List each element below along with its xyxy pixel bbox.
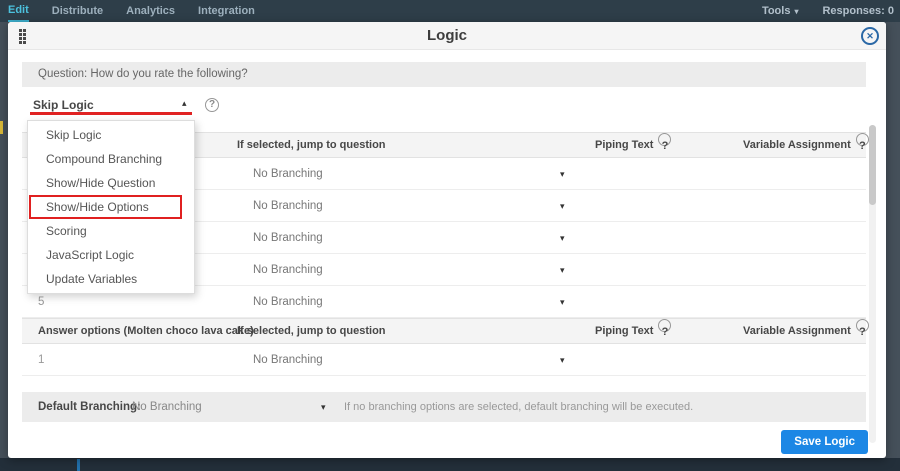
default-branching-select[interactable]: No Branching xyxy=(132,392,202,422)
close-icon[interactable]: ✕ xyxy=(861,27,879,45)
nav-tab-analytics[interactable]: Analytics xyxy=(126,1,175,21)
responses-count: Responses: 0 xyxy=(822,5,894,17)
question-label: Question: How do you rate the following? xyxy=(38,68,248,80)
modal-header: Logic ✕ xyxy=(8,22,886,50)
scrollbar-thumb[interactable] xyxy=(869,125,876,205)
dropdown-item-skip-logic[interactable]: Skip Logic xyxy=(28,123,194,147)
app-root: Edit Distribute Analytics Integration Tools… xyxy=(0,0,900,471)
logic-type-select[interactable]: Skip Logic xyxy=(33,98,94,112)
chevron-down-icon[interactable]: ▾ xyxy=(560,254,565,286)
save-logic-button[interactable]: Save Logic xyxy=(781,430,868,454)
chevron-down-icon[interactable]: ▾ xyxy=(560,222,565,254)
answer-options-column-header: Answer options (Molten choco lava cake) xyxy=(38,319,254,344)
default-branching-label: Default Branching: xyxy=(38,392,141,422)
tools-label: Tools xyxy=(762,5,791,17)
branching-select[interactable]: No Branching xyxy=(253,190,323,222)
chevron-down-icon[interactable]: ▾ xyxy=(560,344,565,376)
default-branching-note: If no branching options are selected, de… xyxy=(344,392,693,422)
chevron-up-icon[interactable]: ▴ xyxy=(182,98,187,109)
page-accent-sliver xyxy=(77,459,80,471)
modal-title: Logic xyxy=(8,22,886,50)
help-icon[interactable]: ? xyxy=(205,98,219,112)
chevron-down-icon[interactable]: ▾ xyxy=(560,158,565,190)
chevron-down-icon[interactable]: ▾ xyxy=(560,286,565,318)
dropdown-item-show-hide-options[interactable]: Show/Hide Options xyxy=(29,195,182,219)
logic-type-dropdown-menu: Skip LogicCompound BranchingShow/Hide Qu… xyxy=(27,120,195,294)
scrollbar-track[interactable] xyxy=(869,125,876,443)
dropdown-item-update-variables[interactable]: Update Variables xyxy=(28,267,194,291)
default-branching-bar: Default Branching: No Branching ▾ If no … xyxy=(22,392,866,422)
jump-column-header: If selected, jump to question xyxy=(237,133,386,158)
variable-column-header: Variable Assignment? xyxy=(743,319,851,344)
option-label: 1 xyxy=(38,344,44,376)
side-tab-notch xyxy=(0,121,3,134)
table-row: 1 No Branching ▾ xyxy=(22,344,866,376)
dropdown-item-scoring[interactable]: Scoring xyxy=(28,219,194,243)
logic-modal: Logic ✕ Question: How do you rate the fo… xyxy=(8,22,886,458)
topbar-right: Tools▾ Responses: 0 xyxy=(762,5,894,17)
piping-column-header: Piping Text? xyxy=(595,133,653,158)
branching-select[interactable]: No Branching xyxy=(253,286,323,318)
nav-tab-edit[interactable]: Edit xyxy=(8,0,29,22)
jump-column-header: If selected, jump to question xyxy=(237,319,386,344)
question-bar: Question: How do you rate the following? xyxy=(22,62,866,87)
nav-tab-distribute[interactable]: Distribute xyxy=(52,1,103,21)
tools-menu[interactable]: Tools▾ xyxy=(762,5,799,17)
dropdown-item-show-hide-question[interactable]: Show/Hide Question xyxy=(28,171,194,195)
branching-select[interactable]: No Branching xyxy=(253,344,323,376)
branching-select[interactable]: No Branching xyxy=(253,254,323,286)
section-header: Answer options (Molten choco lava cake)I… xyxy=(22,318,866,344)
chevron-down-icon[interactable]: ▾ xyxy=(560,190,565,222)
help-icon[interactable]: ? xyxy=(658,133,671,146)
nav-tab-integration[interactable]: Integration xyxy=(198,1,255,21)
help-icon[interactable]: ? xyxy=(658,319,671,332)
help-icon[interactable]: ? xyxy=(856,133,869,146)
branching-select[interactable]: No Branching xyxy=(253,222,323,254)
chevron-down-icon[interactable]: ▾ xyxy=(321,392,326,422)
top-nav-tabs: Edit Distribute Analytics Integration xyxy=(8,0,255,22)
help-icon[interactable]: ? xyxy=(856,319,869,332)
page-behind-modal xyxy=(0,458,900,471)
top-navigation-bar: Edit Distribute Analytics Integration Tools… xyxy=(0,0,900,22)
piping-column-header: Piping Text? xyxy=(595,319,653,344)
select-underline-highlight xyxy=(30,112,192,115)
branching-select[interactable]: No Branching xyxy=(253,158,323,190)
chevron-down-icon: ▾ xyxy=(794,7,798,16)
dropdown-item-javascript-logic[interactable]: JavaScript Logic xyxy=(28,243,194,267)
dropdown-item-compound-branching[interactable]: Compound Branching xyxy=(28,147,194,171)
variable-column-header: Variable Assignment? xyxy=(743,133,851,158)
